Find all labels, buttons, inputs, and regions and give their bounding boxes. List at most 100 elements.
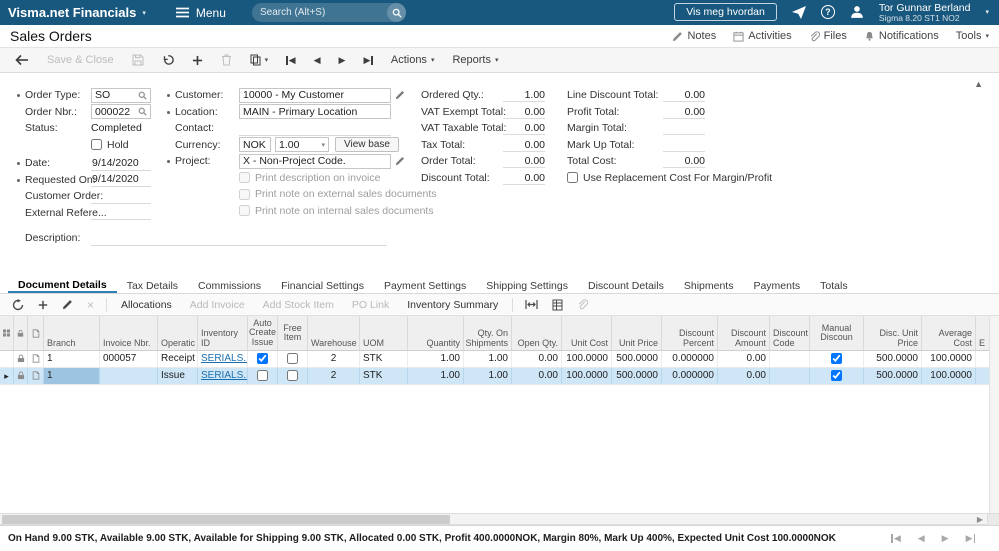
edit-project-icon[interactable] bbox=[395, 156, 405, 166]
col-qty-on-shipments[interactable]: Qty. On Shipments bbox=[464, 316, 512, 350]
col-quantity[interactable]: Quantity bbox=[408, 316, 464, 350]
order-type-input[interactable]: SO bbox=[91, 87, 151, 103]
add-record-button[interactable] bbox=[183, 52, 212, 69]
tab-totals[interactable]: Totals bbox=[810, 277, 857, 293]
allocations-button[interactable]: Allocations bbox=[113, 297, 180, 313]
project-input[interactable]: X - Non-Project Code. bbox=[239, 153, 391, 169]
app-brand-menu[interactable]: Visma.net Financials ▾ bbox=[8, 5, 146, 20]
col-uom[interactable]: UOM bbox=[360, 316, 408, 350]
pager-last-button[interactable]: ▶ bbox=[966, 533, 975, 544]
currency-code-input[interactable]: NOK bbox=[239, 137, 271, 153]
free-item-checkbox[interactable] bbox=[287, 370, 298, 381]
grid-edit-row-button[interactable] bbox=[56, 297, 79, 312]
col-unit-price[interactable]: Unit Price bbox=[612, 316, 662, 350]
tab-commissions[interactable]: Commissions bbox=[188, 277, 271, 293]
help-icon[interactable]: ? bbox=[820, 5, 835, 20]
col-unit-cost[interactable]: Unit Cost bbox=[562, 316, 612, 350]
use-replacement-cost-checkbox[interactable]: Use Replacement Cost For Margin/Profit bbox=[567, 172, 772, 184]
files-button[interactable]: Files bbox=[809, 30, 847, 42]
search-button[interactable] bbox=[387, 3, 406, 22]
col-manual-discount[interactable]: Manual Discoun bbox=[810, 316, 864, 350]
horizontal-scrollbar[interactable]: ▶ bbox=[0, 513, 999, 525]
horizontal-scroll-thumb[interactable] bbox=[2, 515, 450, 524]
col-discount-code[interactable]: Discount Code bbox=[770, 316, 810, 350]
collapse-form-button[interactable]: ▲ bbox=[974, 79, 983, 89]
view-base-button[interactable]: View base bbox=[335, 137, 399, 153]
undo-button[interactable] bbox=[153, 51, 183, 69]
manual-discount-checkbox[interactable] bbox=[831, 370, 842, 381]
lookup-icon[interactable] bbox=[138, 91, 147, 100]
pager-next-button[interactable]: ▶ bbox=[942, 533, 949, 544]
export-to-excel-button[interactable] bbox=[546, 297, 569, 313]
col-open-qty[interactable]: Open Qty. bbox=[512, 316, 562, 350]
actions-menu-button[interactable]: Actions ▾ bbox=[382, 51, 444, 69]
location-input[interactable]: MAIN - Primary Location bbox=[239, 104, 391, 120]
grid-refresh-button[interactable] bbox=[6, 297, 30, 313]
tab-discount-details[interactable]: Discount Details bbox=[578, 277, 674, 293]
notifications-button[interactable]: Notifications bbox=[864, 30, 939, 42]
requested-on-input[interactable]: 9/14/2020 bbox=[91, 172, 151, 188]
user-menu-chevron-icon[interactable]: ▾ bbox=[985, 8, 989, 16]
row-note-cell[interactable] bbox=[28, 368, 44, 384]
col-inventory-id[interactable]: Inventory ID bbox=[198, 316, 248, 350]
pager-previous-button[interactable]: ◀ bbox=[918, 533, 925, 544]
user-info[interactable]: Tor Gunnar Berland Sigma 8.20 ST1 NO2 bbox=[879, 2, 971, 24]
tab-payments[interactable]: Payments bbox=[743, 277, 810, 293]
customer-input[interactable]: 10000 - My Customer bbox=[239, 87, 391, 103]
send-feedback-icon[interactable] bbox=[791, 5, 806, 19]
col-discount-percent[interactable]: Discount Percent bbox=[662, 316, 718, 350]
currency-rate-select[interactable]: 1.00 ▾ bbox=[275, 137, 329, 153]
lookup-icon[interactable] bbox=[138, 107, 147, 116]
edit-customer-icon[interactable] bbox=[395, 90, 405, 100]
col-operation[interactable]: Operatic bbox=[158, 316, 198, 350]
tab-financial-settings[interactable]: Financial Settings bbox=[271, 277, 374, 293]
auto-create-issue-checkbox[interactable] bbox=[257, 353, 268, 364]
col-discount-amount[interactable]: Discount Amount bbox=[718, 316, 770, 350]
col-auto-create-issue[interactable]: Auto Create Issue bbox=[248, 316, 278, 350]
order-nbr-input[interactable]: 000022 bbox=[91, 104, 151, 120]
fit-width-button[interactable] bbox=[519, 297, 544, 312]
description-input[interactable] bbox=[91, 231, 387, 246]
grid-settings-header[interactable] bbox=[0, 316, 14, 350]
use-replacement-cost-checkbox-input[interactable] bbox=[567, 172, 578, 184]
customer-order-input[interactable] bbox=[91, 189, 151, 204]
tab-tax-details[interactable]: Tax Details bbox=[117, 277, 188, 293]
grid-add-row-button[interactable] bbox=[32, 298, 54, 312]
row-note-cell[interactable] bbox=[28, 351, 44, 367]
activities-button[interactable]: Activities bbox=[733, 30, 792, 42]
hold-checkbox-input[interactable] bbox=[91, 139, 102, 151]
table-row[interactable]: 1 000057 Receipt SERIALS... 2 STK 1.00 1… bbox=[0, 351, 989, 368]
contact-input[interactable] bbox=[239, 121, 391, 136]
inventory-id-link[interactable]: SERIALS... bbox=[201, 370, 247, 381]
inventory-summary-button[interactable]: Inventory Summary bbox=[399, 297, 506, 313]
go-previous-button[interactable]: ◀ bbox=[305, 53, 330, 68]
tab-shipments[interactable]: Shipments bbox=[674, 277, 744, 293]
go-last-button[interactable]: ▶ bbox=[354, 53, 381, 68]
col-branch[interactable]: Branch bbox=[44, 316, 100, 350]
pager-first-button[interactable]: ◀ bbox=[891, 533, 901, 544]
go-next-button[interactable]: ▶ bbox=[330, 53, 355, 68]
go-first-button[interactable]: ◀ bbox=[277, 53, 304, 68]
col-disc-unit-price[interactable]: Disc. Unit Price bbox=[864, 316, 922, 350]
table-row[interactable]: ▸ 1 Issue SERIALS... 2 STK 1.00 1.00 0.0… bbox=[0, 368, 989, 385]
date-input[interactable]: 9/14/2020 bbox=[91, 156, 151, 171]
scroll-right-arrow-icon[interactable]: ▶ bbox=[974, 514, 986, 525]
auto-create-issue-checkbox[interactable] bbox=[257, 370, 268, 381]
show-me-how-button[interactable]: Vis meg hvordan bbox=[674, 3, 777, 22]
col-ext[interactable]: E bbox=[976, 316, 989, 350]
col-invoice-nbr[interactable]: Invoice Nbr. bbox=[100, 316, 158, 350]
user-icon[interactable] bbox=[850, 5, 864, 19]
copy-paste-button[interactable]: ▾ bbox=[241, 51, 278, 69]
manual-discount-checkbox[interactable] bbox=[831, 353, 842, 364]
hold-checkbox[interactable]: Hold bbox=[91, 139, 129, 151]
tab-payment-settings[interactable]: Payment Settings bbox=[374, 277, 476, 293]
col-free-item[interactable]: Free Item bbox=[278, 316, 308, 350]
free-item-checkbox[interactable] bbox=[287, 353, 298, 364]
search-input[interactable] bbox=[252, 7, 387, 18]
col-average-cost[interactable]: Average Cost bbox=[922, 316, 976, 350]
external-ref-input[interactable] bbox=[91, 205, 151, 221]
back-button[interactable] bbox=[6, 51, 38, 69]
reports-menu-button[interactable]: Reports ▾ bbox=[443, 51, 507, 69]
tools-button[interactable]: Tools ▾ bbox=[956, 30, 989, 42]
tab-document-details[interactable]: Document Details bbox=[8, 277, 117, 293]
